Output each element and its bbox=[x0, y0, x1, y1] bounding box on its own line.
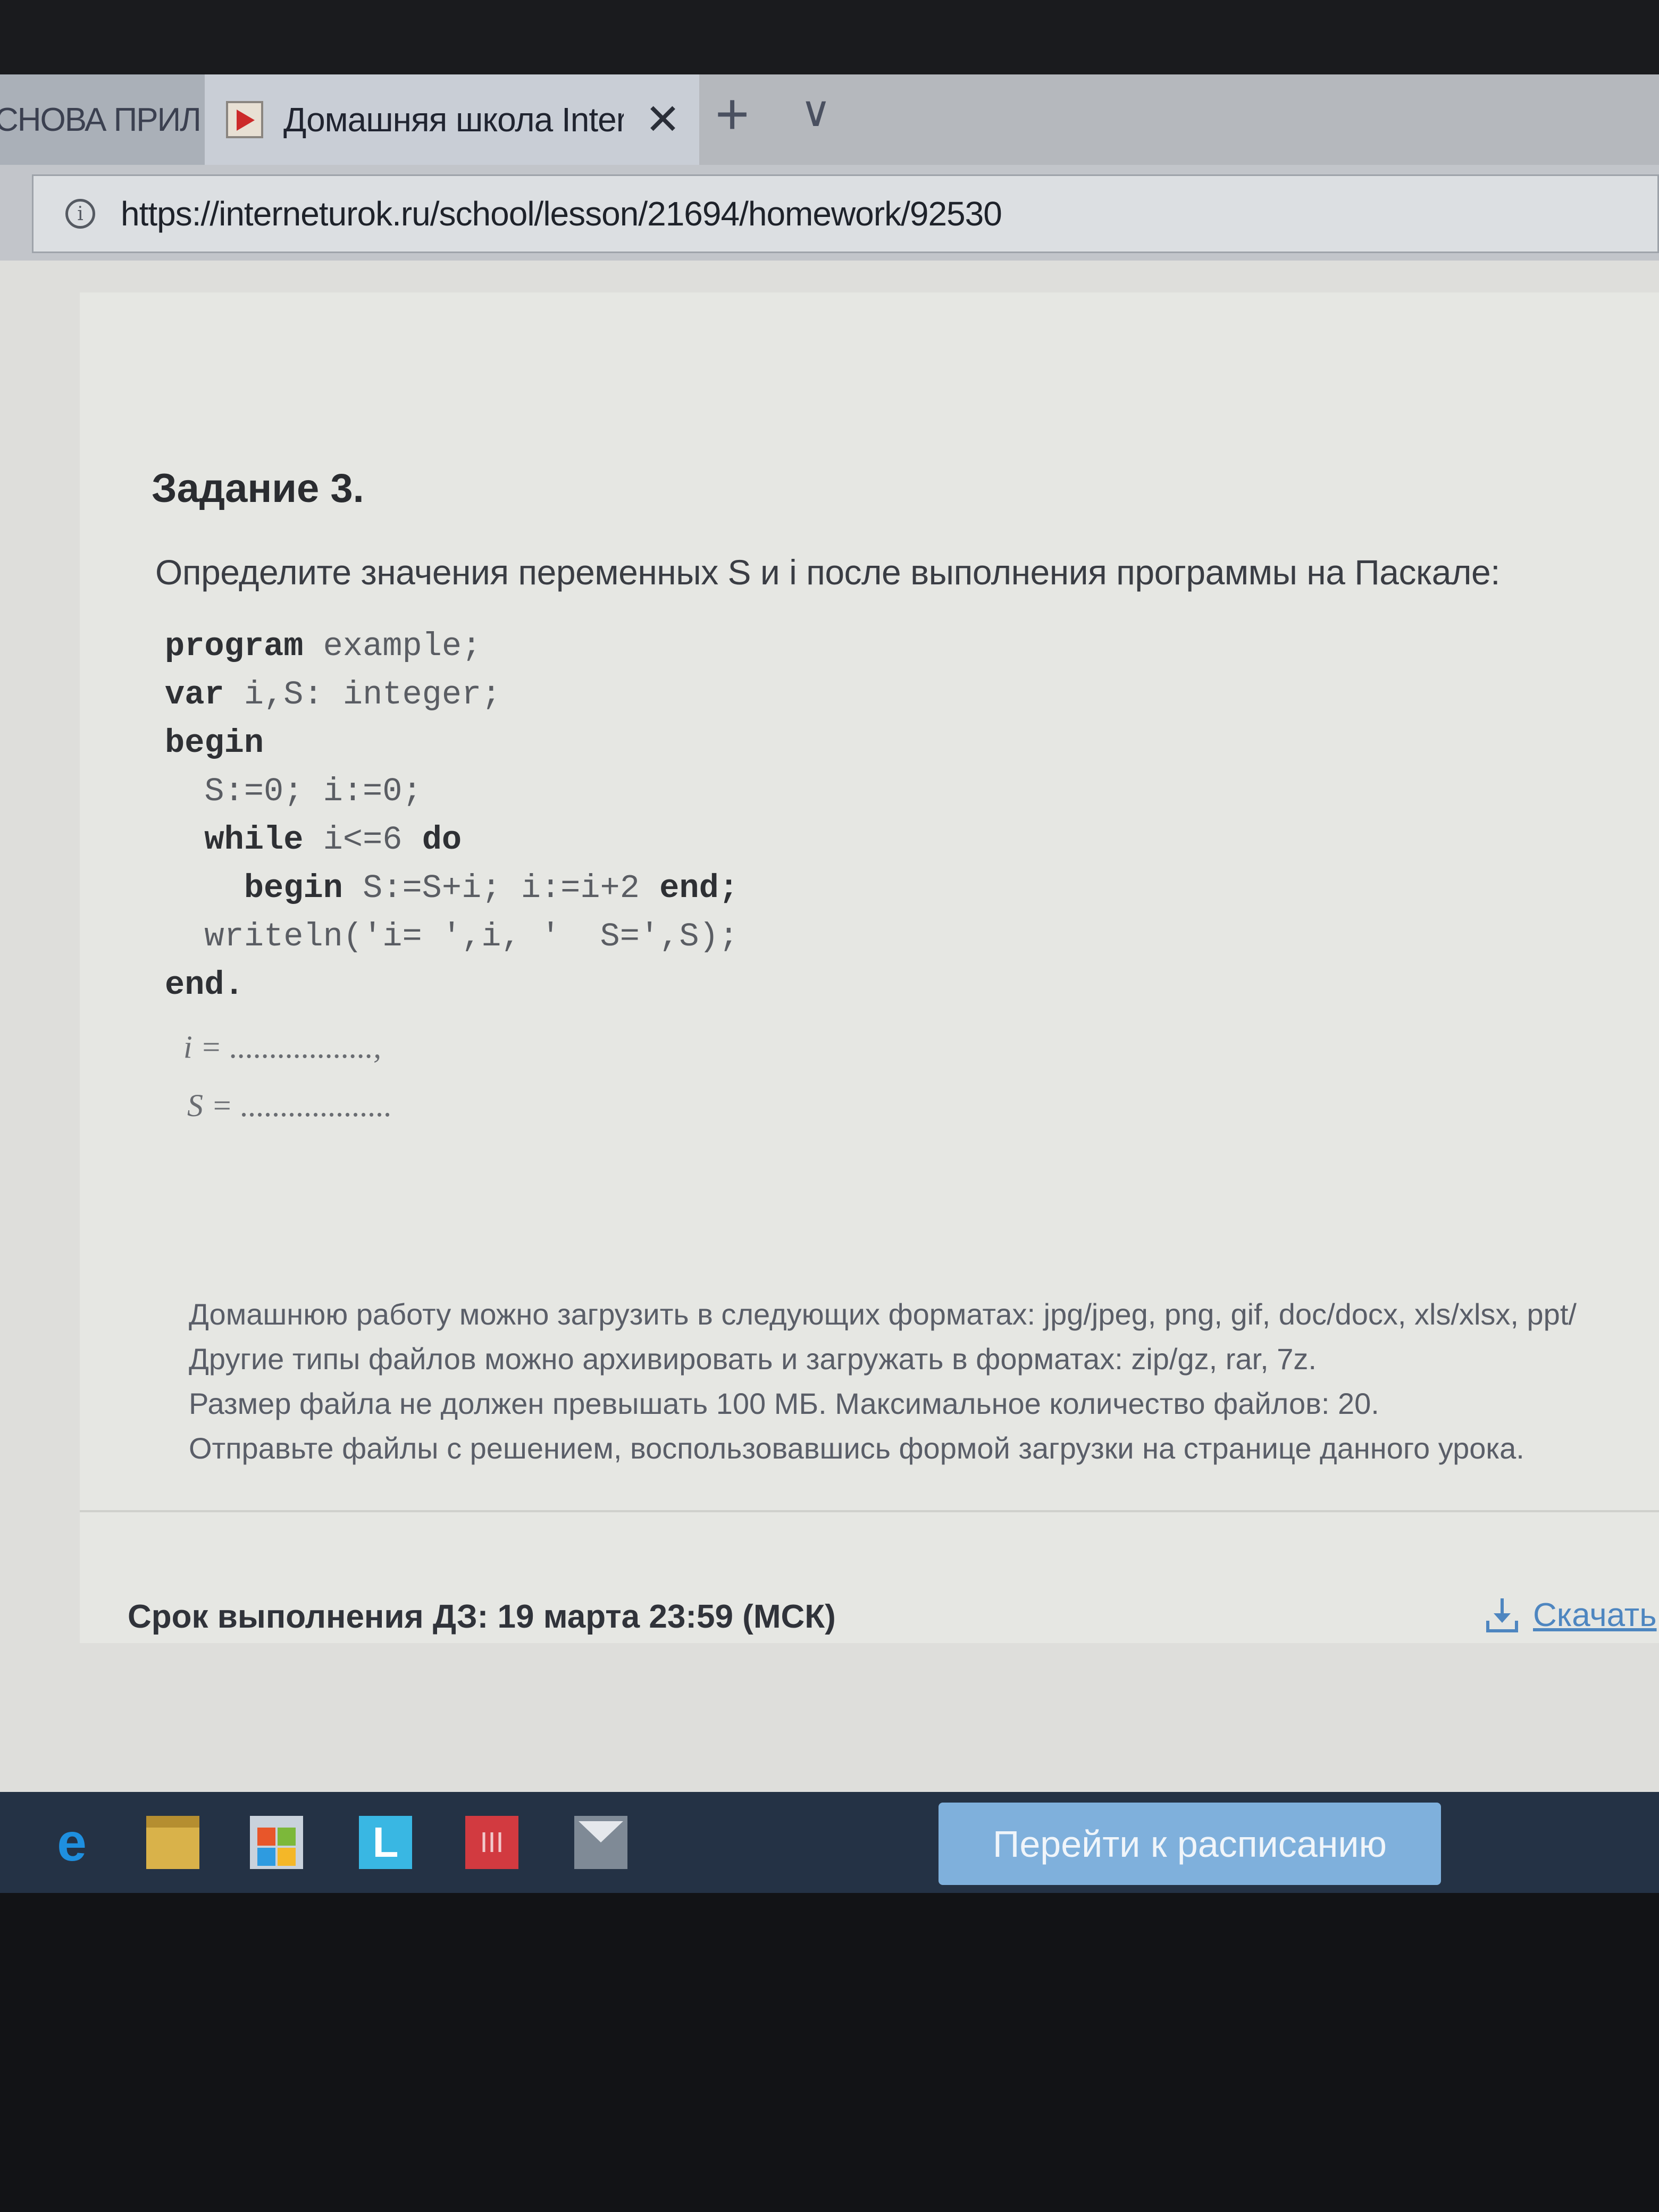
code-line-6: begin S:=S+i; i:=i+2 end; bbox=[165, 864, 739, 912]
tab-previous[interactable]: СНОВА ПРИЛ bbox=[0, 74, 205, 165]
task-title: Задание 3. bbox=[152, 466, 364, 511]
code-text: example; bbox=[303, 627, 482, 665]
info-icon[interactable]: i bbox=[65, 199, 95, 229]
code-line-2: var i,S: integer; bbox=[165, 671, 739, 719]
tab-previous-label: СНОВА ПРИЛ bbox=[0, 101, 202, 138]
address-bar: i https://interneturok.ru/school/lesson/… bbox=[0, 165, 1659, 261]
answer-s-line: S = ................... bbox=[187, 1088, 392, 1123]
tab-active-label: Домашняя школа Inter bbox=[283, 100, 624, 139]
code-keyword: end; bbox=[659, 869, 739, 907]
code-line-8: end. bbox=[165, 961, 739, 1009]
code-line-7: writeln('i= ',i, ' S=',S); bbox=[165, 912, 739, 961]
code-text: i,S: integer; bbox=[224, 676, 501, 714]
code-text: writeln('i= ',i, ' S=',S); bbox=[165, 918, 739, 956]
tab-active[interactable]: Домашняя школа Inter ✕ bbox=[205, 74, 699, 165]
code-keyword: begin bbox=[165, 724, 264, 762]
file-explorer-icon[interactable] bbox=[146, 1816, 199, 1869]
download-link[interactable]: Скачать bbox=[1486, 1596, 1657, 1634]
code-keyword: while bbox=[204, 821, 304, 859]
answer-i-line: i = .................., bbox=[183, 1029, 382, 1065]
deadline-text: Срок выполнения ДЗ: 19 марта 23:59 (МСК) bbox=[128, 1598, 836, 1635]
edge-icon[interactable]: e bbox=[45, 1816, 98, 1869]
monitor-bezel-top bbox=[0, 0, 1659, 74]
tab-bar: СНОВА ПРИЛ Домашняя школа Inter ✕ + ∨ bbox=[0, 74, 1659, 165]
code-keyword: program bbox=[165, 627, 304, 665]
code-line-1: program example; bbox=[165, 622, 739, 671]
l-app-icon[interactable]: L bbox=[359, 1816, 412, 1869]
upload-info-line: Домашнюю работу можно загрузить в следую… bbox=[189, 1297, 1577, 1331]
screen: СНОВА ПРИЛ Домашняя школа Inter ✕ + ∨ i … bbox=[0, 74, 1659, 1893]
store-icon[interactable] bbox=[250, 1816, 303, 1869]
divider bbox=[80, 1510, 1659, 1512]
download-label: Скачать bbox=[1533, 1597, 1657, 1633]
code-text: i<=6 bbox=[303, 821, 422, 859]
pascal-code-block: program example; var i,S: integer; begin S… bbox=[165, 622, 739, 1009]
code-line-4: S:=0; i:=0; bbox=[165, 767, 739, 816]
task-prompt: Определите значения переменных S и i пос… bbox=[155, 552, 1501, 592]
mail-icon[interactable] bbox=[574, 1816, 627, 1869]
code-keyword: begin bbox=[244, 869, 343, 907]
code-line-3: begin bbox=[165, 719, 739, 767]
upload-info-line: Отправьте файлы с решением, воспользовав… bbox=[189, 1431, 1524, 1465]
upload-info-line: Размер файла не должен превышать 100 МБ.… bbox=[189, 1387, 1379, 1420]
code-text: S:=S+i; i:=i+2 bbox=[342, 869, 660, 907]
close-tab-icon[interactable]: ✕ bbox=[645, 98, 681, 141]
code-text: S:=0; i:=0; bbox=[165, 773, 422, 810]
upload-info-line: Другие типы файлов можно архивировать и … bbox=[189, 1342, 1317, 1376]
url-field[interactable]: i https://interneturok.ru/school/lesson/… bbox=[32, 174, 1659, 253]
upload-info: Домашнюю работу можно загрузить в следую… bbox=[189, 1292, 1577, 1471]
go-to-schedule-button[interactable]: Перейти к расписанию bbox=[939, 1803, 1441, 1885]
download-icon bbox=[1486, 1598, 1518, 1632]
code-line-5: while i<=6 do bbox=[165, 816, 739, 864]
monitor-bezel-bottom bbox=[0, 1893, 1659, 2212]
code-keyword: do bbox=[422, 821, 462, 859]
code-keyword: end. bbox=[165, 966, 244, 1004]
video-favicon-icon bbox=[226, 101, 263, 138]
code-keyword: var bbox=[165, 676, 224, 714]
tab-list-chevron-icon[interactable]: ∨ bbox=[800, 90, 832, 133]
red-app-icon[interactable]: III bbox=[465, 1816, 518, 1869]
url-text: https://interneturok.ru/school/lesson/21… bbox=[121, 195, 1002, 233]
new-tab-icon[interactable]: + bbox=[715, 85, 749, 144]
